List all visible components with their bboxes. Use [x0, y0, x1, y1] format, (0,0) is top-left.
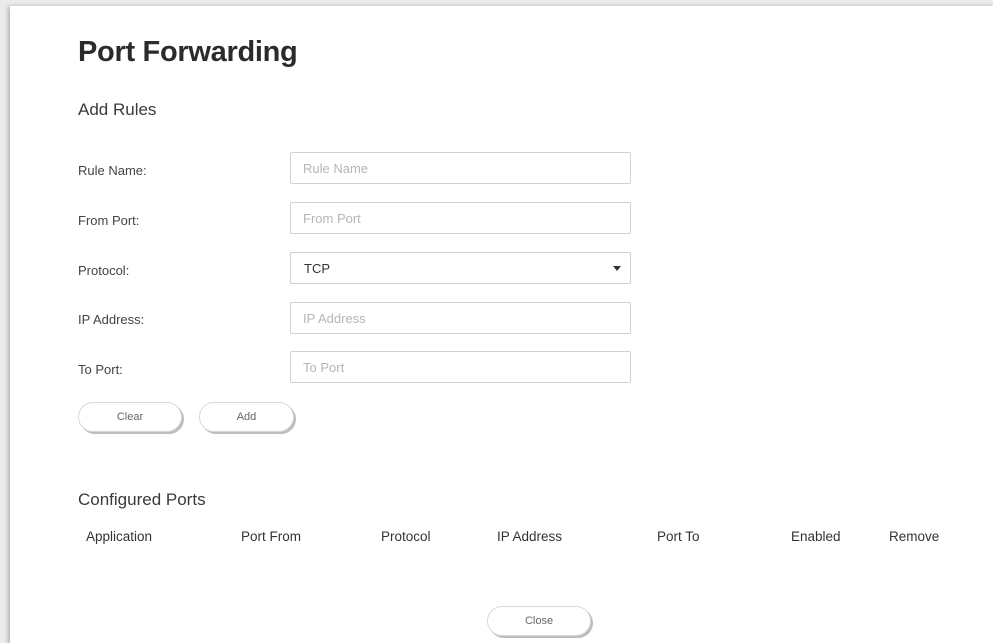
- add-rules-heading: Add Rules: [78, 100, 157, 119]
- add-button[interactable]: Add: [199, 402, 294, 432]
- column-header-application: Application: [86, 529, 153, 544]
- rule-name-label: Rule Name:: [78, 163, 147, 178]
- ip-address-input[interactable]: [290, 302, 631, 334]
- column-header-enabled: Enabled: [791, 529, 841, 544]
- ip-address-label: IP Address:: [78, 312, 145, 327]
- clear-button[interactable]: Clear: [78, 402, 182, 432]
- from-port-label: From Port:: [78, 213, 140, 228]
- rule-name-input[interactable]: [290, 152, 631, 184]
- configured-ports-heading: Configured Ports: [78, 490, 206, 509]
- protocol-label: Protocol:: [78, 263, 130, 278]
- column-header-port-from: Port From: [241, 529, 302, 544]
- to-port-input[interactable]: [290, 351, 631, 383]
- page-title: Port Forwarding: [78, 36, 298, 68]
- protocol-selected-value: TCP: [304, 261, 330, 276]
- column-header-protocol: Protocol: [381, 529, 431, 544]
- close-button[interactable]: Close: [487, 606, 591, 636]
- column-header-ip-address: IP Address: [497, 529, 563, 544]
- protocol-select[interactable]: TCP: [290, 252, 631, 284]
- port-forwarding-dialog: Port Forwarding Add Rules Rule Name: Fro…: [10, 6, 993, 643]
- to-port-label: To Port:: [78, 362, 123, 377]
- column-header-port-to: Port To: [657, 529, 700, 544]
- configured-ports-table-header: Application Port From Protocol IP Addres…: [10, 529, 993, 549]
- column-header-remove: Remove: [889, 529, 940, 544]
- chevron-down-icon: [613, 266, 621, 271]
- from-port-input[interactable]: [290, 202, 631, 234]
